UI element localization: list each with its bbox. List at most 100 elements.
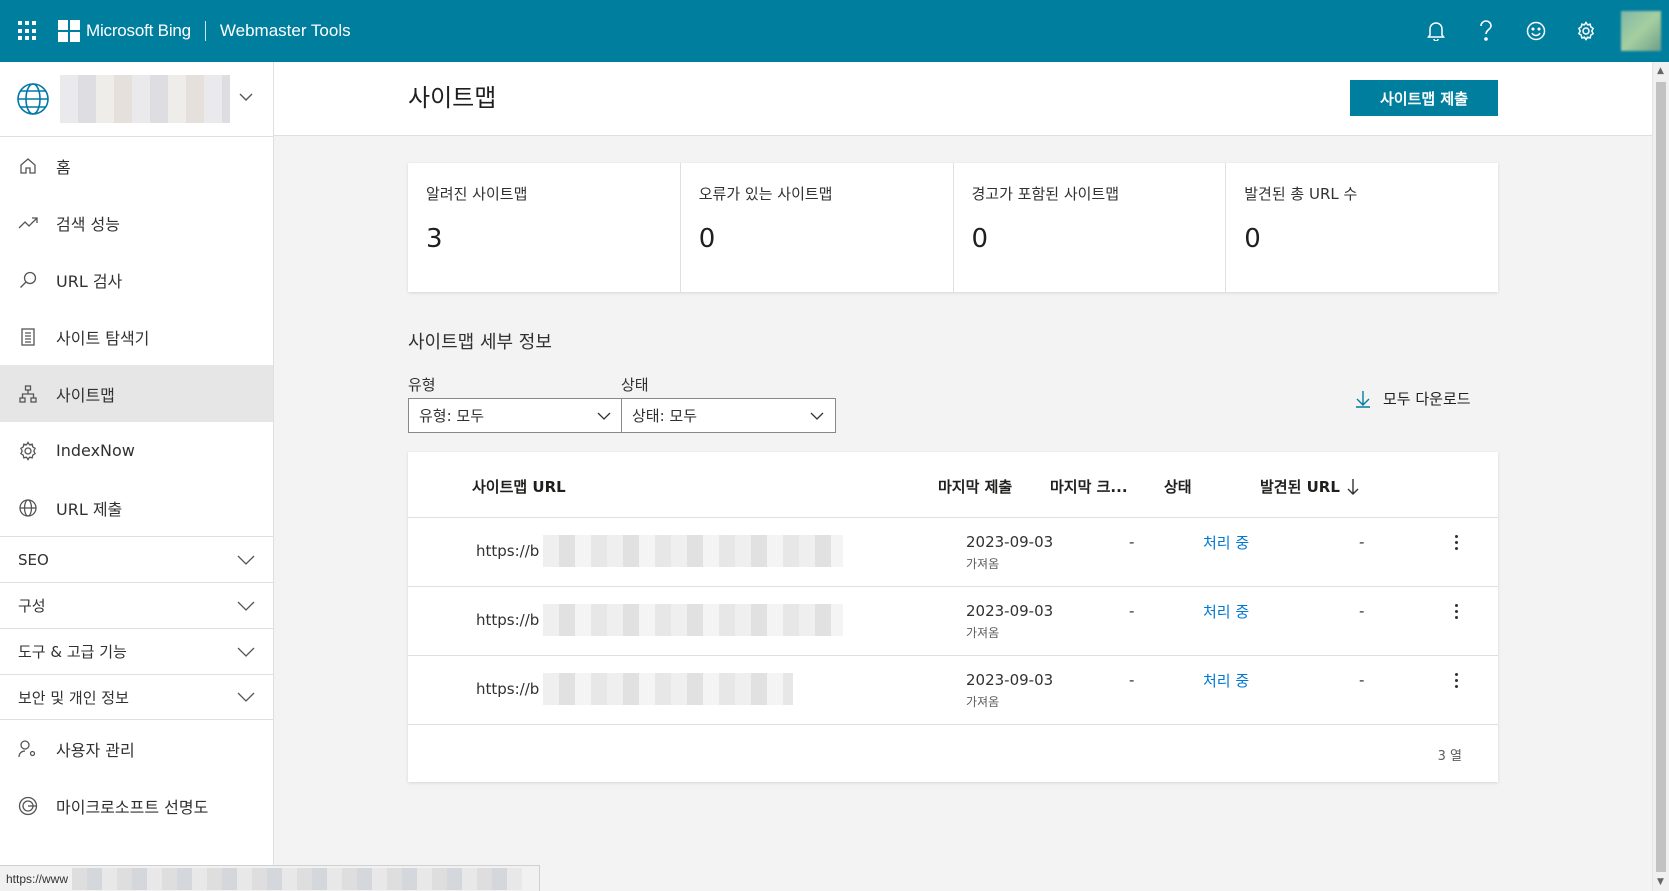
table-row[interactable]: https://b 2023-09-03 가져옴 - 처리 중 - (408, 587, 1498, 656)
chevron-down-icon (810, 412, 824, 420)
chevron-down-icon (237, 692, 255, 702)
chevron-down-icon[interactable] (239, 90, 253, 104)
submitted-date: 2023-09-03 (966, 602, 1054, 620)
download-icon (1356, 390, 1370, 408)
card-value: 0 (1244, 224, 1261, 254)
type-filter-value: 유형: 모두 (419, 407, 485, 425)
sidebar-item-label: URL 검사 (56, 271, 123, 291)
sidebar-item-site-explorer[interactable]: 사이트 탐색기 (0, 308, 273, 365)
brand-name[interactable]: Microsoft Bing (86, 21, 191, 41)
sidebar-item-indexnow[interactable]: IndexNow (0, 422, 273, 479)
gear-icon[interactable] (1561, 0, 1611, 62)
card-sitemaps-with-errors: 오류가 있는 사이트맵 0 (681, 163, 954, 292)
column-header-last-crawled[interactable]: 마지막 크... (1050, 476, 1128, 497)
sidebar-item-sitemaps[interactable]: 사이트맵 (0, 365, 273, 422)
sidebar-item-label: 마이크로소프트 선명도 (56, 797, 209, 817)
browser-status-bar: https://www (0, 865, 540, 891)
app-launcher-icon[interactable] (18, 21, 38, 41)
sidebar-item-clarity[interactable]: 마이크로소프트 선명도 (0, 777, 273, 834)
status-filter-label: 상태 (621, 376, 649, 394)
product-name[interactable]: Webmaster Tools (220, 21, 351, 41)
card-label: 경고가 포함된 사이트맵 (971, 185, 1120, 203)
chevron-down-icon (237, 555, 255, 565)
status-link[interactable]: 처리 중 (1203, 601, 1249, 622)
sitemap-url-cell[interactable]: https://b (476, 535, 844, 567)
discovered-urls-cell: - (1359, 602, 1365, 620)
table-row[interactable]: https://b 2023-09-03 가져옴 - 처리 중 - (408, 518, 1498, 587)
table-row[interactable]: https://b 2023-09-03 가져옴 - 처리 중 - (408, 656, 1498, 725)
card-total-urls: 발견된 총 URL 수 0 (1226, 163, 1498, 292)
page-title: 사이트맵 (408, 84, 497, 112)
sidebar-item-label: 사이트 탐색기 (56, 328, 150, 348)
chevron-down-icon (237, 601, 255, 611)
submit-sitemap-button[interactable]: 사이트맵 제출 (1350, 80, 1498, 116)
trend-icon (18, 213, 38, 233)
smiley-feedback-icon[interactable] (1511, 0, 1561, 62)
sidebar-item-label: IndexNow (56, 441, 135, 460)
submitted-source: 가져옴 (966, 626, 1000, 640)
status-filter-dropdown[interactable]: 상태: 모두 (621, 398, 836, 433)
column-header-url[interactable]: 사이트맵 URL (472, 476, 566, 497)
url-redacted (543, 535, 844, 567)
sidebar-group-tools[interactable]: 도구 & 고급 기능 (0, 628, 273, 674)
gear-icon (18, 440, 38, 461)
submitted-source: 가져옴 (966, 557, 1000, 571)
last-submitted-cell: 2023-09-03 가져옴 (966, 671, 1053, 710)
card-sitemaps-with-warnings: 경고가 포함된 사이트맵 0 (954, 163, 1227, 292)
sitemaps-table: 사이트맵 URL 마지막 제출 마지막 크... 상태 발견된 URL http… (408, 452, 1498, 782)
sidebar-group-configuration[interactable]: 구성 (0, 582, 273, 628)
column-header-label: 발견된 URL (1260, 478, 1340, 496)
scroll-up-arrow-icon[interactable]: ▲ (1657, 66, 1664, 76)
brand-divider (204, 21, 206, 41)
last-crawled-cell: - (1129, 602, 1135, 620)
column-header-discovered-urls[interactable]: 발견된 URL (1260, 476, 1360, 497)
main-content: 사이트맵 사이트맵 제출 알려진 사이트맵 3 오류가 있는 사이트맵 0 경고… (274, 62, 1652, 891)
download-all-button[interactable]: 모두 다운로드 (1355, 388, 1471, 409)
site-selector[interactable] (0, 62, 273, 137)
home-icon (18, 156, 38, 176)
help-icon[interactable] (1461, 0, 1511, 62)
submitted-source: 가져옴 (966, 695, 1000, 709)
sitemap-url-cell[interactable]: https://b (476, 604, 844, 636)
last-crawled-cell: - (1129, 671, 1135, 689)
user-settings-icon (18, 739, 38, 759)
sidebar-item-label: 사이트맵 (56, 385, 115, 405)
sidebar-item-submit-urls[interactable]: URL 제출 (0, 479, 273, 536)
sidebar-item-url-inspection[interactable]: URL 검사 (0, 251, 273, 308)
card-value: 0 (698, 224, 716, 254)
sidebar-item-label: 검색 성능 (56, 214, 120, 234)
status-link[interactable]: 처리 중 (1203, 532, 1249, 553)
last-submitted-cell: 2023-09-03 가져옴 (966, 533, 1053, 572)
url-redacted (543, 673, 794, 705)
sidebar-item-label: URL 제출 (56, 499, 123, 519)
status-link[interactable]: 처리 중 (1203, 670, 1249, 691)
more-options-icon[interactable] (1446, 599, 1466, 623)
top-bar: Microsoft Bing Webmaster Tools (0, 0, 1669, 62)
sidebar-group-security-privacy[interactable]: 보안 및 개인 정보 (0, 674, 273, 720)
sidebar-item-user-management[interactable]: 사용자 관리 (0, 720, 273, 777)
status-url-redacted (72, 867, 523, 890)
sidebar-item-search-performance[interactable]: 검색 성능 (0, 194, 273, 251)
sidebar-group-label: SEO (18, 550, 49, 569)
globe-icon (17, 83, 49, 115)
column-header-status[interactable]: 상태 (1164, 476, 1192, 497)
download-all-label: 모두 다운로드 (1383, 390, 1471, 408)
discovered-urls-cell: - (1359, 671, 1365, 689)
vertical-scrollbar[interactable]: ▲ ▼ (1652, 62, 1669, 891)
avatar[interactable] (1621, 11, 1661, 51)
sidebar-group-seo[interactable]: SEO (0, 536, 273, 582)
sidebar-item-home[interactable]: 홈 (0, 137, 273, 194)
scrollbar-thumb[interactable] (1656, 82, 1666, 872)
more-options-icon[interactable] (1446, 530, 1466, 554)
chevron-down-icon (237, 647, 255, 657)
type-filter-dropdown[interactable]: 유형: 모두 (408, 398, 623, 433)
sitemap-url-cell[interactable]: https://b (476, 673, 794, 705)
summary-cards: 알려진 사이트맵 3 오류가 있는 사이트맵 0 경고가 포함된 사이트맵 0 … (408, 163, 1498, 292)
sidebar-item-label: 홈 (56, 157, 71, 177)
last-crawled-cell: - (1129, 533, 1135, 551)
scroll-down-arrow-icon[interactable]: ▼ (1657, 877, 1664, 887)
more-options-icon[interactable] (1446, 668, 1466, 692)
card-value: 3 (426, 224, 443, 254)
column-header-last-submitted[interactable]: 마지막 제출 (938, 476, 1012, 497)
bell-icon[interactable] (1411, 0, 1461, 62)
